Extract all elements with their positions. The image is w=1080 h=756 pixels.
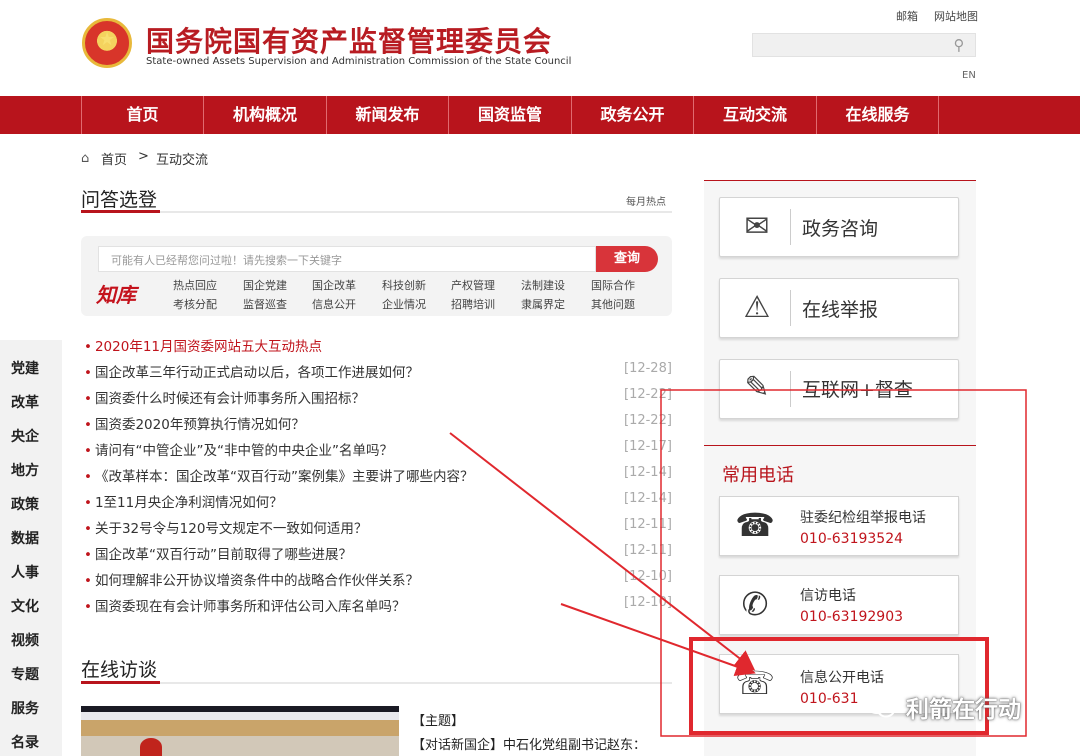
wechat-logo <box>866 696 895 718</box>
watermark-text: 利箭在行动 <box>906 697 1021 723</box>
annotation-overlay <box>449 389 1027 737</box>
outer-highlight-box <box>660 389 1027 737</box>
annotation-arrow <box>449 432 756 671</box>
